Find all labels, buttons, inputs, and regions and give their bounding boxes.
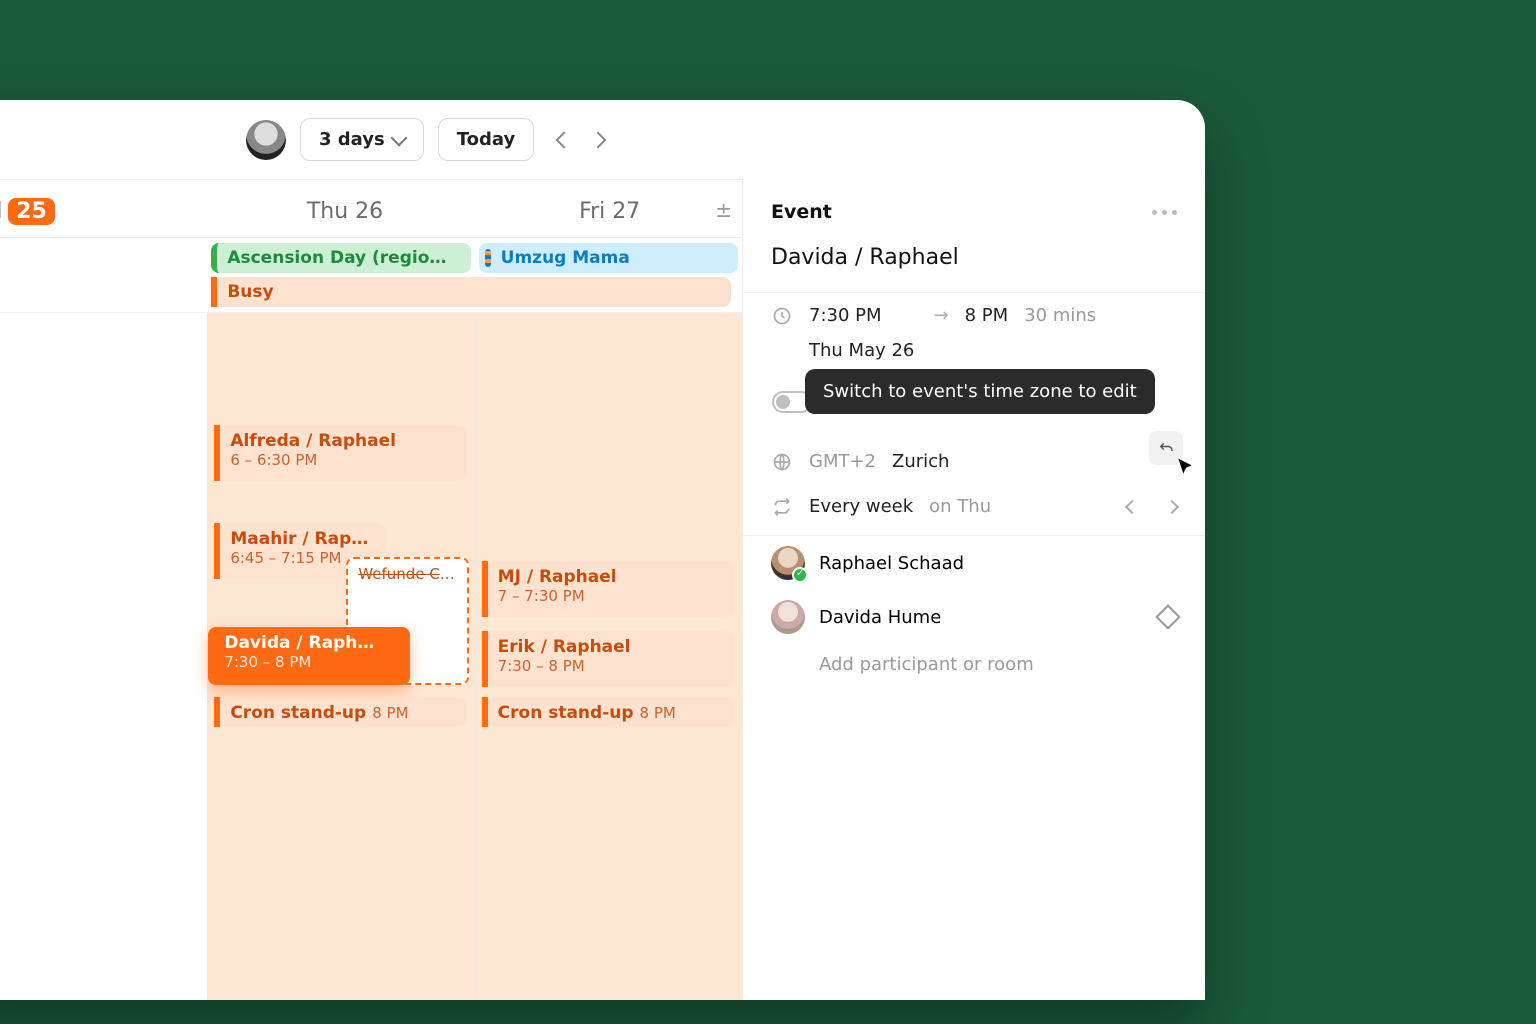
event-date: Thu May 26 — [809, 340, 914, 361]
app-window: 3 days Today Wed 25 Thu 26 Fri 27 ± — [0, 100, 1205, 1000]
start-time: 7:30 PM — [809, 305, 882, 326]
event-standup-thu[interactable]: Cron stand-up 8 PM — [214, 697, 466, 727]
recur-sub: on Thu — [929, 496, 991, 517]
allday-wed — [0, 238, 207, 312]
grid-col-fri: MJ / Raphael 7 – 7:30 PM Erik / Raphael … — [475, 313, 742, 1000]
avatar-raphael — [771, 546, 805, 580]
repeat-icon — [771, 497, 793, 517]
avatar-davida — [771, 600, 805, 634]
accepted-check-icon — [792, 567, 808, 583]
status-diamond-icon — [1155, 604, 1180, 629]
recurrence-row[interactable]: Every week on Thu — [743, 484, 1205, 529]
event-standup-fri[interactable]: Cron stand-up 8 PM — [482, 697, 734, 727]
clock-icon — [771, 306, 793, 326]
next-arrow-icon[interactable] — [590, 131, 607, 148]
cursor-icon — [1175, 457, 1195, 477]
allday-toggle-row[interactable]: Switch to event's time zone to edit — [743, 373, 1205, 425]
allday-event-busy[interactable]: Busy — [211, 277, 730, 307]
time-row[interactable]: 7:30 PM → 8 PM 30 mins — [743, 293, 1205, 338]
duration: 30 mins — [1024, 305, 1096, 326]
allday-row: Ascension Day (regio… Busy Umzug Mama — [0, 238, 742, 313]
today-button[interactable]: Today — [438, 118, 534, 161]
tz-city: Zurich — [892, 451, 949, 472]
arrow-right-icon: → — [934, 305, 949, 326]
recur-next-icon[interactable] — [1165, 499, 1179, 513]
content-area: Wed 25 Thu 26 Fri 27 ± Ascension Day (re… — [0, 179, 1205, 1000]
day-header-row: Wed 25 Thu 26 Fri 27 ± — [0, 180, 742, 238]
grid-col-wed: 0 PM stand-up 8 PM — [0, 313, 207, 1000]
tz-offset: GMT+2 — [809, 451, 876, 472]
add-participant-input[interactable]: Add participant or room — [743, 644, 1205, 685]
chevron-down-icon — [390, 129, 407, 146]
recur-nav — [1127, 502, 1177, 512]
day-header-fri[interactable]: Fri 27 — [477, 181, 742, 236]
participant-raphael[interactable]: Raphael Schaad — [743, 536, 1205, 590]
allday-event-umzug[interactable]: Umzug Mama — [479, 243, 738, 273]
end-time: 8 PM — [965, 305, 1009, 326]
participant-name: Davida Hume — [819, 607, 941, 628]
participant-name: Raphael Schaad — [819, 553, 964, 574]
timezone-toggle-icon[interactable]: ± — [715, 198, 732, 222]
recur-main: Every week — [809, 496, 913, 517]
date-row[interactable]: Thu May 26 — [743, 338, 1205, 373]
nav-arrows — [558, 134, 604, 146]
user-avatar[interactable] — [246, 120, 286, 160]
prev-arrow-icon[interactable] — [556, 131, 573, 148]
event-alfreda[interactable]: Alfreda / Raphael 6 – 6:30 PM — [214, 425, 466, 481]
range-dropdown[interactable]: 3 days — [300, 118, 424, 161]
day-header-wed[interactable]: Wed 25 — [0, 180, 213, 237]
grid-col-thu: Alfreda / Raphael 6 – 6:30 PM Maahir / R… — [207, 313, 474, 1000]
participant-davida[interactable]: Davida Hume — [743, 590, 1205, 644]
globe-icon — [771, 452, 793, 472]
allday-thu: Ascension Day (regio… Busy — [207, 238, 474, 312]
more-menu-icon[interactable] — [1152, 210, 1177, 215]
allday-event-ascension[interactable]: Ascension Day (regio… — [211, 243, 470, 273]
toolbar: 3 days Today — [0, 100, 1205, 179]
timezone-row[interactable]: GMT+2 Zurich — [743, 425, 1205, 484]
recur-prev-icon[interactable] — [1125, 499, 1139, 513]
event-mj[interactable]: MJ / Raphael 7 – 7:30 PM — [482, 561, 734, 617]
timezone-tooltip: Switch to event's time zone to edit — [805, 369, 1155, 414]
calendar: Wed 25 Thu 26 Fri 27 ± Ascension Day (re… — [0, 179, 742, 1000]
event-title[interactable]: Davida / Raphael — [743, 231, 1205, 292]
panel-header-label: Event — [771, 201, 832, 223]
day-header-thu[interactable]: Thu 26 — [213, 181, 478, 236]
selected-day-badge: 25 — [8, 198, 55, 225]
event-erik[interactable]: Erik / Raphael 7:30 – 8 PM — [482, 631, 734, 687]
panel-header: Event — [743, 179, 1205, 231]
range-label: 3 days — [319, 129, 385, 150]
event-panel: Event Davida / Raphael 7:30 PM → 8 PM 30… — [742, 179, 1205, 1000]
event-davida-selected[interactable]: Davida / Raph… 7:30 – 8 PM — [208, 627, 409, 685]
time-grid[interactable]: 0 PM stand-up 8 PM Alfreda / Raphael 6 –… — [0, 313, 742, 1000]
